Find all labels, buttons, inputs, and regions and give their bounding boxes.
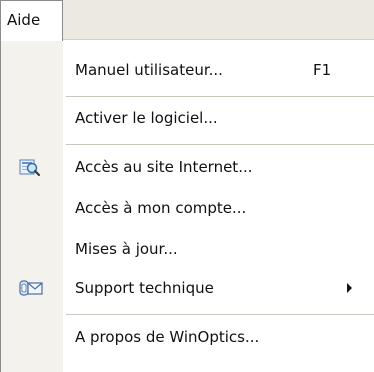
menu-item-acces-site-internet[interactable]: Accès au site Internet... — [1, 147, 374, 187]
menu-item-label: Mises à jour... — [75, 240, 178, 258]
window-frame: Aide Manuel utilisateur... F1 Activer le… — [0, 0, 374, 372]
menu-item-label: Activer le logiciel... — [75, 109, 218, 127]
menu-item-label: A propos de WinOptics... — [75, 328, 260, 346]
submenu-arrow-icon — [347, 283, 352, 293]
menu-item-support-technique[interactable]: Support technique — [1, 268, 374, 308]
menu-separator — [66, 314, 374, 315]
support-envelope-icon — [19, 277, 43, 299]
menu-item-label: Manuel utilisateur... — [75, 61, 223, 79]
menu-item-label: Support technique — [75, 279, 214, 297]
menu-item-a-propos[interactable]: A propos de WinOptics... — [1, 317, 374, 357]
menu-separator — [66, 96, 374, 97]
globe-search-icon — [19, 156, 41, 178]
menu-item-manuel-utilisateur[interactable]: Manuel utilisateur... F1 — [1, 50, 374, 90]
menu-item-activer-logiciel[interactable]: Activer le logiciel... — [1, 98, 374, 138]
menu-bar: Aide — [0, 0, 374, 41]
menu-item-shortcut: F1 — [313, 61, 332, 79]
menu-item-acces-mon-compte[interactable]: Accès à mon compte... — [1, 188, 374, 228]
menu-separator — [66, 144, 374, 145]
menu-item-mises-a-jour[interactable]: Mises à jour... — [1, 229, 374, 269]
menu-item-label: Accès au site Internet... — [75, 158, 253, 176]
aide-dropdown-menu: Manuel utilisateur... F1 Activer le logi… — [0, 40, 374, 372]
menu-aide[interactable]: Aide — [0, 0, 63, 41]
menu-item-label: Accès à mon compte... — [75, 199, 247, 217]
